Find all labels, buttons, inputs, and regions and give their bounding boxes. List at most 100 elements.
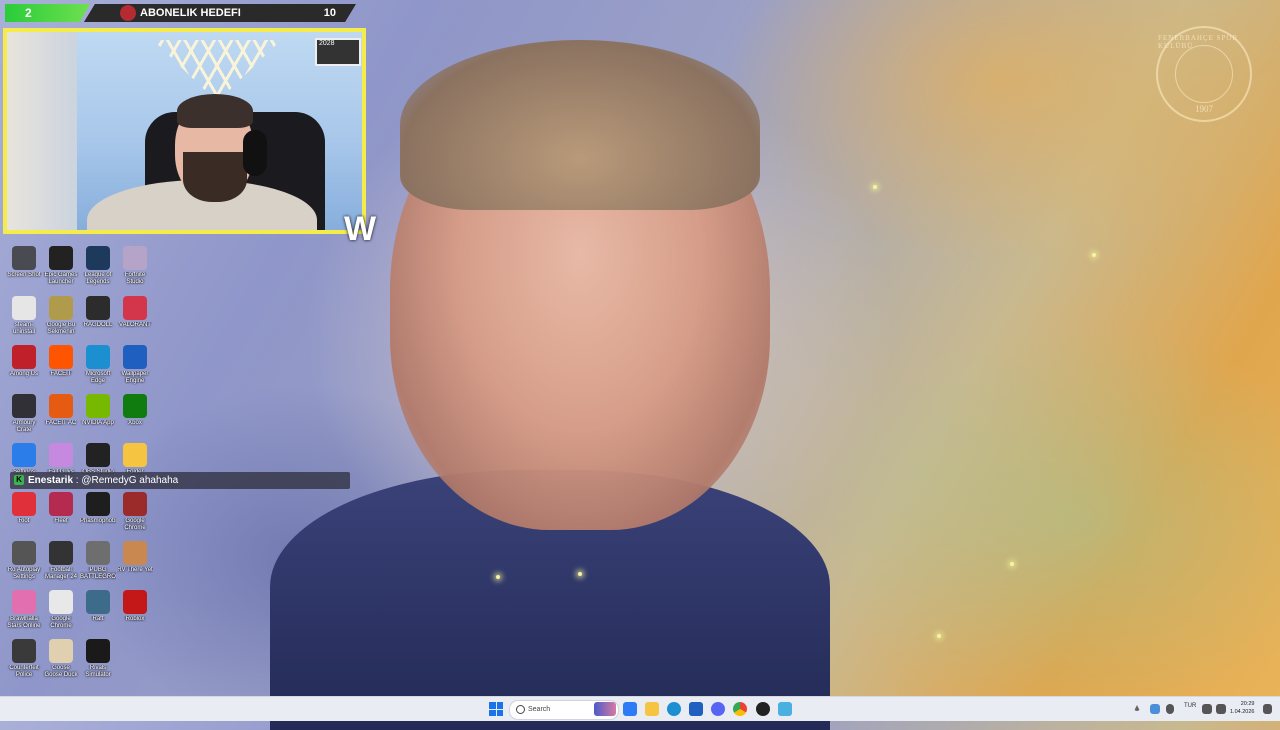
app-icon	[12, 541, 36, 565]
edge-icon[interactable]	[667, 702, 681, 716]
desktop-icon-label: Ro Autoplay Settings	[7, 567, 41, 580]
desktop-icon-label: Goose Goose Duck	[44, 665, 78, 678]
sparkle	[937, 634, 941, 638]
chrome-icon[interactable]	[733, 702, 747, 716]
start-button[interactable]	[489, 702, 503, 716]
streamer-hair	[177, 94, 253, 128]
app-icon	[12, 296, 36, 320]
desktop-icon[interactable]: Microsoft Edge	[80, 345, 116, 385]
desktop-icon-label: Microsoft Edge	[85, 371, 111, 384]
desktop-icon[interactable]: FACEIT	[43, 345, 79, 385]
volume-icon[interactable]	[1216, 704, 1226, 714]
desktop-icon-label: Among Us	[9, 371, 38, 377]
desktop-icon[interactable]: Google Chrome	[117, 492, 153, 532]
desktop-icon-label: Counterfeit Police	[9, 665, 39, 678]
desktop-icon[interactable]: Football Manager 24	[43, 541, 79, 581]
copilot-icon[interactable]	[623, 702, 637, 716]
app-icon	[12, 443, 36, 467]
network-icon[interactable]	[1202, 704, 1212, 714]
desktop-icon[interactable]: Among Us	[6, 345, 42, 385]
app-icon	[49, 443, 73, 467]
club-crest-watermark: FENERBAHÇE SPOR KULÜBÜ 1907	[1156, 26, 1252, 122]
desktop-icon[interactable]: Epic Games Launcher	[43, 246, 79, 286]
desktop-icon[interactable]: Google Bu Sekmenin	[43, 296, 79, 336]
desktop-icon[interactable]: Brawlhalla Stars Online	[6, 590, 42, 630]
desktop-icon[interactable]: RAGDOLL	[80, 296, 116, 336]
desktop-icon[interactable]: PUBG BATTLEGROUNDS	[80, 541, 116, 581]
microphone-icon[interactable]	[1166, 704, 1174, 714]
sparkle	[1092, 253, 1096, 257]
desktop-icon-label: Screen Shot	[7, 272, 41, 278]
language-indicator[interactable]: TUR	[1184, 703, 1196, 709]
store-icon[interactable]	[689, 702, 703, 716]
desktop-icon[interactable]: Phasmophobia	[80, 492, 116, 532]
kick-badge-icon: K	[14, 475, 24, 486]
taskbar-clock[interactable]: 20:29 1.04.2026	[1230, 700, 1254, 716]
desktop-icon[interactable]: Raft	[80, 590, 116, 630]
desktop-icon-label: Google Chrome	[50, 616, 72, 629]
sparkle	[578, 572, 582, 576]
desktop-icon[interactable]: Screen Shot	[6, 246, 42, 286]
app-icon	[49, 639, 73, 663]
desktop-icon[interactable]: Ro Autoplay Settings	[6, 541, 42, 581]
desktop-icon-label: Wallpaper Engine	[121, 371, 149, 384]
desktop-icon[interactable]: Fortnite Studio	[117, 246, 153, 286]
app-icon[interactable]	[778, 702, 792, 716]
desktop-icon[interactable]: Rivals Simulator	[80, 639, 116, 679]
app-icon	[12, 246, 36, 270]
app-icon	[123, 394, 147, 418]
app-icon	[86, 394, 110, 418]
obs-icon[interactable]	[756, 702, 770, 716]
desktop-icon-label: VALORANT	[119, 322, 151, 328]
chevron-up-icon[interactable]	[1134, 705, 1140, 711]
app-icon	[123, 246, 147, 270]
desktop-icon[interactable]: NVIDIA App	[80, 394, 116, 434]
taskbar-widget-icon[interactable]	[594, 702, 616, 716]
app-icon	[86, 639, 110, 663]
app-icon	[49, 345, 73, 369]
desktop-icon-label: Xbox	[128, 420, 142, 426]
desktop-icon-label: Football Manager 24	[44, 567, 78, 580]
chat-message: K Enestarik : @RemedyG ahahaha	[10, 472, 350, 489]
desktop-icon[interactable]: Riot	[6, 492, 42, 532]
desktop-icon[interactable]: Goose Goose Duck	[43, 639, 79, 679]
discord-icon[interactable]	[711, 702, 725, 716]
desktop-icon[interactable]: Armoury Crate	[6, 394, 42, 434]
desktop-icon[interactable]: Google Chrome	[43, 590, 79, 630]
desktop-icon-label: Raft	[92, 616, 104, 622]
clock-time: 20:29	[1240, 701, 1255, 707]
desktop-icon[interactable]: Roblox	[117, 590, 153, 630]
desktop-icon[interactable]: FACEIT AC	[43, 394, 79, 434]
sparkle	[1010, 562, 1014, 566]
streamer-beard	[183, 152, 247, 202]
app-icon	[49, 296, 73, 320]
desktop-icon[interactable]: VALORANT	[117, 296, 153, 336]
desktop-icon-label: Fortnite Studio	[124, 272, 146, 285]
desktop-icon-label: League of Legends	[84, 272, 112, 285]
headset	[243, 130, 267, 176]
hexagon-lights	[153, 40, 281, 102]
file-explorer-icon[interactable]	[645, 702, 659, 716]
club-crest-text: FENERBAHÇE SPOR KULÜBÜ	[1158, 34, 1239, 50]
tray-app-icon[interactable]	[1150, 704, 1160, 714]
desktop-icon[interactable]: RV There Yet	[117, 541, 153, 581]
desktop-icon[interactable]: Fleet	[43, 492, 79, 532]
notifications-icon[interactable]	[1263, 704, 1272, 714]
app-icon	[123, 492, 147, 516]
desktop-icon[interactable]: Xbox	[117, 394, 153, 434]
app-icon	[86, 246, 110, 270]
desktop-icon-label: Epic Games Launcher	[44, 272, 78, 285]
desktop-icon[interactable]: steam-uninstall	[6, 296, 42, 336]
app-icon	[86, 345, 110, 369]
chat-text: : @RemedyG ahahaha	[73, 475, 179, 486]
desktop-icon-label: Roblox	[125, 616, 145, 622]
desktop-icon[interactable]: League of Legends	[80, 246, 116, 286]
desktop-icon-label: Google Chrome	[124, 518, 146, 531]
desktop-icon-label: RV There Yet	[117, 567, 153, 573]
desktop-icon[interactable]: Wallpaper Engine	[117, 345, 153, 385]
webcam-wall	[7, 32, 77, 230]
sparkle	[496, 575, 500, 579]
app-icon	[49, 246, 73, 270]
desktop-icon[interactable]: Counterfeit Police	[6, 639, 42, 679]
app-icon	[12, 394, 36, 418]
